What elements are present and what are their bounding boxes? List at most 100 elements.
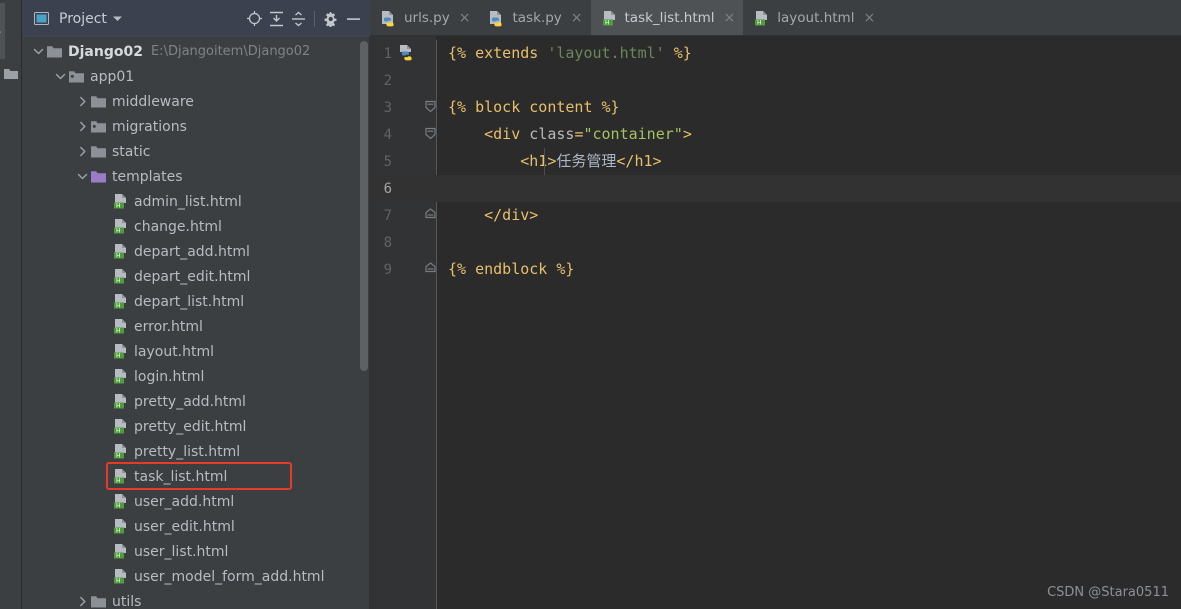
code-token: <div [484, 125, 530, 143]
line-number: 3 [383, 99, 392, 116]
collapse-all-icon[interactable] [287, 8, 309, 30]
chevron-right-icon[interactable] [74, 144, 90, 160]
code-line-6[interactable] [436, 175, 1181, 202]
close-icon[interactable]: × [863, 11, 875, 25]
csdn-watermark: CSDN @Stara0511 [1047, 585, 1169, 600]
line-number: 9 [383, 261, 392, 278]
tree-node-user-list-html[interactable]: Huser_list.html [22, 539, 370, 564]
line-number: 8 [383, 234, 392, 251]
project-panel-scrollbar[interactable] [360, 41, 368, 371]
code-line-1[interactable]: {% extends 'layout.html' %} [436, 40, 1181, 67]
tree-node-user-model-form-add-html[interactable]: Huser_model_form_add.html [22, 564, 370, 589]
settings-gear-icon[interactable] [320, 8, 342, 30]
editor-tab-task-py[interactable]: task.py × [478, 0, 590, 36]
line-number: 4 [383, 126, 392, 143]
tree-node-label: user_model_form_add.html [134, 568, 325, 585]
tree-node-app01[interactable]: app01 [22, 64, 370, 89]
folder-icon [90, 93, 107, 110]
tree-node-templates[interactable]: templates [22, 164, 370, 189]
tree-node-depart-list-html[interactable]: Hdepart_list.html [22, 289, 370, 314]
svg-text:H: H [116, 378, 121, 385]
tree-node-error-html[interactable]: Herror.html [22, 314, 370, 339]
locate-in-tree-icon[interactable] [243, 8, 265, 30]
tree-node-task-list-html[interactable]: Htask_list.html [22, 464, 370, 489]
tree-node-depart-edit-html[interactable]: Hdepart_edit.html [22, 264, 370, 289]
tree-node-middleware[interactable]: middleware [22, 89, 370, 114]
structure-folder-icon[interactable] [3, 66, 19, 80]
indent-guide [544, 148, 545, 175]
tree-node-label: depart_add.html [134, 243, 250, 260]
gutter-line-6[interactable]: 6 [370, 175, 436, 202]
chevron-right-icon[interactable] [74, 119, 90, 135]
chevron-right-icon[interactable] [74, 594, 90, 609]
pycharm-window: Project Project [0, 0, 1181, 609]
html-file-icon: H [112, 443, 129, 460]
gutter-line-1[interactable]: 1 [370, 40, 436, 67]
code-line-2[interactable] [436, 67, 1181, 94]
tree-node-login-html[interactable]: Hlogin.html [22, 364, 370, 389]
tree-node-django02[interactable]: Django02 E:\Djangoitem\Django02 [22, 39, 370, 64]
code-line-7[interactable]: </div> [436, 202, 1181, 229]
editor-tab-urls-py[interactable]: urls.py × [370, 0, 478, 36]
tree-node-pretty-list-html[interactable]: Hpretty_list.html [22, 439, 370, 464]
code-token: block [475, 98, 521, 116]
python-file-icon [380, 10, 397, 27]
close-icon[interactable]: × [724, 11, 736, 25]
tree-node-migrations[interactable]: migrations [22, 114, 370, 139]
tree-node-pretty-edit-html[interactable]: Hpretty_edit.html [22, 414, 370, 439]
html-file-icon: H [112, 543, 129, 560]
svg-text:H: H [605, 19, 610, 26]
editor-code-body[interactable]: {% extends 'layout.html' %} {% block cont… [436, 36, 1181, 609]
tree-node-layout-html[interactable]: Hlayout.html [22, 339, 370, 364]
expand-all-icon[interactable] [265, 8, 287, 30]
gutter-line-3[interactable]: 3 [370, 94, 436, 121]
close-icon[interactable]: × [459, 11, 471, 25]
tree-node-change-html[interactable]: Hchange.html [22, 214, 370, 239]
tree-node-admin-list-html[interactable]: Hadmin_list.html [22, 189, 370, 214]
html-file-icon: H [112, 468, 129, 485]
code-line-3[interactable]: {% block content %} [436, 94, 1181, 121]
tree-node-static[interactable]: static [22, 139, 370, 164]
tree-node-utils[interactable]: utils [22, 589, 370, 609]
hide-panel-icon[interactable] [342, 8, 364, 30]
tree-node-pretty-add-html[interactable]: Hpretty_add.html [22, 389, 370, 414]
project-window-icon [30, 8, 52, 30]
tree-node-user-add-html[interactable]: Huser_add.html [22, 489, 370, 514]
editor-gutter[interactable]: 1 2 3 4 5 6 7 8 9 [370, 36, 436, 609]
gutter-line-2[interactable]: 2 [370, 67, 436, 94]
gutter-line-8[interactable]: 8 [370, 229, 436, 256]
project-file-tree[interactable]: Django02 E:\Djangoitem\Django02 app01 middl… [22, 37, 370, 609]
editor-tab-task-list-html[interactable]: Htask_list.html × [590, 0, 744, 36]
tree-node-user-edit-html[interactable]: Huser_edit.html [22, 514, 370, 539]
tree-node-label: utils [112, 593, 142, 609]
code-token: %} [664, 44, 692, 62]
code-line-9[interactable]: {% endblock %} [436, 256, 1181, 283]
tree-node-path: E:\Djangoitem\Django02 [150, 44, 311, 59]
code-line-5[interactable]: <h1>任务管理</h1> [436, 148, 1181, 175]
gutter-line-4[interactable]: 4 [370, 121, 436, 148]
gutter-line-5[interactable]: 5 [370, 148, 436, 175]
chevron-down-icon[interactable] [52, 69, 68, 85]
editor-tab-label: task.py [512, 10, 562, 26]
project-panel-title: Project [59, 10, 107, 27]
editor-tab-layout-html[interactable]: Hlayout.html × [743, 0, 883, 36]
close-icon[interactable]: × [571, 11, 583, 25]
code-editor[interactable]: 123456789 {% extends 'layout.html' %} {% … [370, 36, 1181, 609]
chevron-right-icon[interactable] [74, 94, 90, 110]
code-line-8[interactable] [436, 229, 1181, 256]
gutter-line-7[interactable]: 7 [370, 202, 436, 229]
code-token: content %} [520, 98, 620, 116]
tree-node-label: user_add.html [134, 493, 235, 510]
gutter-line-9[interactable]: 9 [370, 256, 436, 283]
line-number: 2 [383, 72, 392, 89]
svg-text:H: H [116, 303, 121, 310]
chevron-down-icon[interactable] [74, 169, 90, 185]
code-token: 'layout.html' [547, 44, 665, 62]
tree-node-label: depart_edit.html [134, 268, 251, 285]
code-line-4[interactable]: <div class="container"> [436, 121, 1181, 148]
chevron-down-icon[interactable] [107, 8, 129, 30]
project-tool-window-tab[interactable]: Project [0, 3, 5, 59]
tree-node-depart-add-html[interactable]: Hdepart_add.html [22, 239, 370, 264]
chevron-down-icon[interactable] [30, 44, 46, 60]
